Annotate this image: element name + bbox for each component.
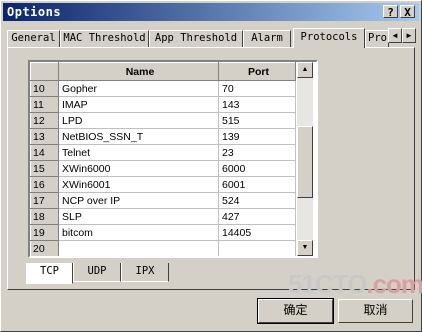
scroll-thumb[interactable] xyxy=(297,126,313,198)
table-row[interactable]: 11 IMAP 143 xyxy=(30,96,296,113)
table-row[interactable]: 13 NetBIOS_SSN_T 139 xyxy=(30,128,296,145)
window-title: Options xyxy=(7,5,62,19)
protocol-name-cell[interactable]: bitcom xyxy=(58,224,219,241)
protocol-name-cell[interactable]: Telnet xyxy=(58,144,219,161)
protocol-port-cell[interactable]: 6001 xyxy=(218,176,296,193)
table-row[interactable]: 14 Telnet 23 xyxy=(30,144,296,161)
table-row[interactable]: 12 LPD 515 xyxy=(30,112,296,129)
row-number: 14 xyxy=(30,144,59,161)
title-bar: Options ? X xyxy=(3,3,419,21)
table-row[interactable]: 16 XWin6001 6001 xyxy=(30,176,296,193)
protocol-port-cell[interactable] xyxy=(218,240,296,256)
protocol-port-cell[interactable]: 427 xyxy=(218,208,296,225)
protocol-name-cell[interactable]: IMAP xyxy=(58,96,219,113)
protocol-port-cell[interactable]: 70 xyxy=(218,80,296,97)
row-number: 12 xyxy=(30,112,59,129)
protocol-port-cell[interactable]: 524 xyxy=(218,192,296,209)
tab-ipx[interactable]: IPX xyxy=(121,263,169,282)
protocol-name-cell[interactable]: SLP xyxy=(58,208,219,225)
row-number: 16 xyxy=(30,176,59,193)
close-button[interactable]: X xyxy=(400,5,415,19)
protocol-port-cell[interactable]: 143 xyxy=(218,96,296,113)
protocol-name-cell[interactable]: LPD xyxy=(58,112,219,129)
column-header-port[interactable]: Port xyxy=(218,62,296,81)
protocol-grid[interactable]: Name Port 10 Gopher 70 11 IMAP 143 12 LPD 515 … xyxy=(28,60,318,258)
protocol-port-cell[interactable]: 23 xyxy=(218,144,296,161)
table-row[interactable]: 20 xyxy=(30,240,296,256)
grid-vertical-scrollbar[interactable]: ▲ ▼ xyxy=(297,62,313,256)
row-number: 15 xyxy=(30,160,59,177)
protocol-table: Name Port 10 Gopher 70 11 IMAP 143 12 LPD 515 … xyxy=(30,62,296,256)
protocol-name-cell[interactable]: NCP over IP xyxy=(58,192,219,209)
tab-alarm[interactable]: Alarm xyxy=(243,30,291,47)
scroll-up-button[interactable]: ▲ xyxy=(297,62,313,78)
row-number: 20 xyxy=(30,240,59,256)
tab-general[interactable]: General xyxy=(7,30,60,47)
protocol-port-cell[interactable]: 6000 xyxy=(218,160,296,177)
arrow-up-icon: ▲ xyxy=(301,66,309,73)
table-row[interactable]: 19 bitcom 14405 xyxy=(30,224,296,241)
options-dialog: Options ? X General MAC Threshold App Th… xyxy=(0,0,422,332)
table-row[interactable]: 15 XWin6000 6000 xyxy=(30,160,296,177)
ok-button[interactable]: 确定 xyxy=(257,298,334,324)
row-number: 10 xyxy=(30,80,59,97)
table-row[interactable]: 17 NCP over IP 524 xyxy=(30,192,296,209)
row-number: 19 xyxy=(30,224,59,241)
tab-protocols-2[interactable]: Pro xyxy=(365,30,389,47)
scroll-down-button[interactable]: ▼ xyxy=(297,240,313,256)
protocol-name-cell[interactable]: Gopher xyxy=(58,80,219,97)
tab-scroll-left-button[interactable]: ◄ xyxy=(388,28,402,43)
tab-scroll-right-button[interactable]: ► xyxy=(402,28,416,43)
help-button[interactable]: ? xyxy=(383,5,398,19)
tab-tcp[interactable]: TCP xyxy=(26,263,73,284)
protocol-name-cell[interactable] xyxy=(58,240,219,256)
row-number: 17 xyxy=(30,192,59,209)
arrow-right-icon: ► xyxy=(405,31,413,40)
arrow-left-icon: ◄ xyxy=(391,31,399,40)
column-header-name[interactable]: Name xyxy=(58,62,219,81)
cancel-button[interactable]: 取消 xyxy=(338,299,413,323)
protocol-name-cell[interactable]: XWin6000 xyxy=(58,160,219,177)
table-row[interactable]: 18 SLP 427 xyxy=(30,208,296,225)
arrow-down-icon: ▼ xyxy=(301,244,309,251)
tab-protocols[interactable]: Protocols xyxy=(293,28,365,48)
row-number: 11 xyxy=(30,96,59,113)
tab-udp[interactable]: UDP xyxy=(73,263,121,282)
protocol-port-cell[interactable]: 14405 xyxy=(218,224,296,241)
protocol-port-cell[interactable]: 515 xyxy=(218,112,296,129)
protocol-name-cell[interactable]: NetBIOS_SSN_T xyxy=(58,128,219,145)
tab-app-threshold[interactable]: App Threshold xyxy=(149,30,243,47)
table-row[interactable]: 10 Gopher 70 xyxy=(30,80,296,97)
grid-corner xyxy=(30,62,59,81)
row-number: 18 xyxy=(30,208,59,225)
row-number: 13 xyxy=(30,128,59,145)
protocol-port-cell[interactable]: 139 xyxy=(218,128,296,145)
protocol-name-cell[interactable]: XWin6001 xyxy=(58,176,219,193)
tab-mac-threshold[interactable]: MAC Threshold xyxy=(60,30,149,47)
